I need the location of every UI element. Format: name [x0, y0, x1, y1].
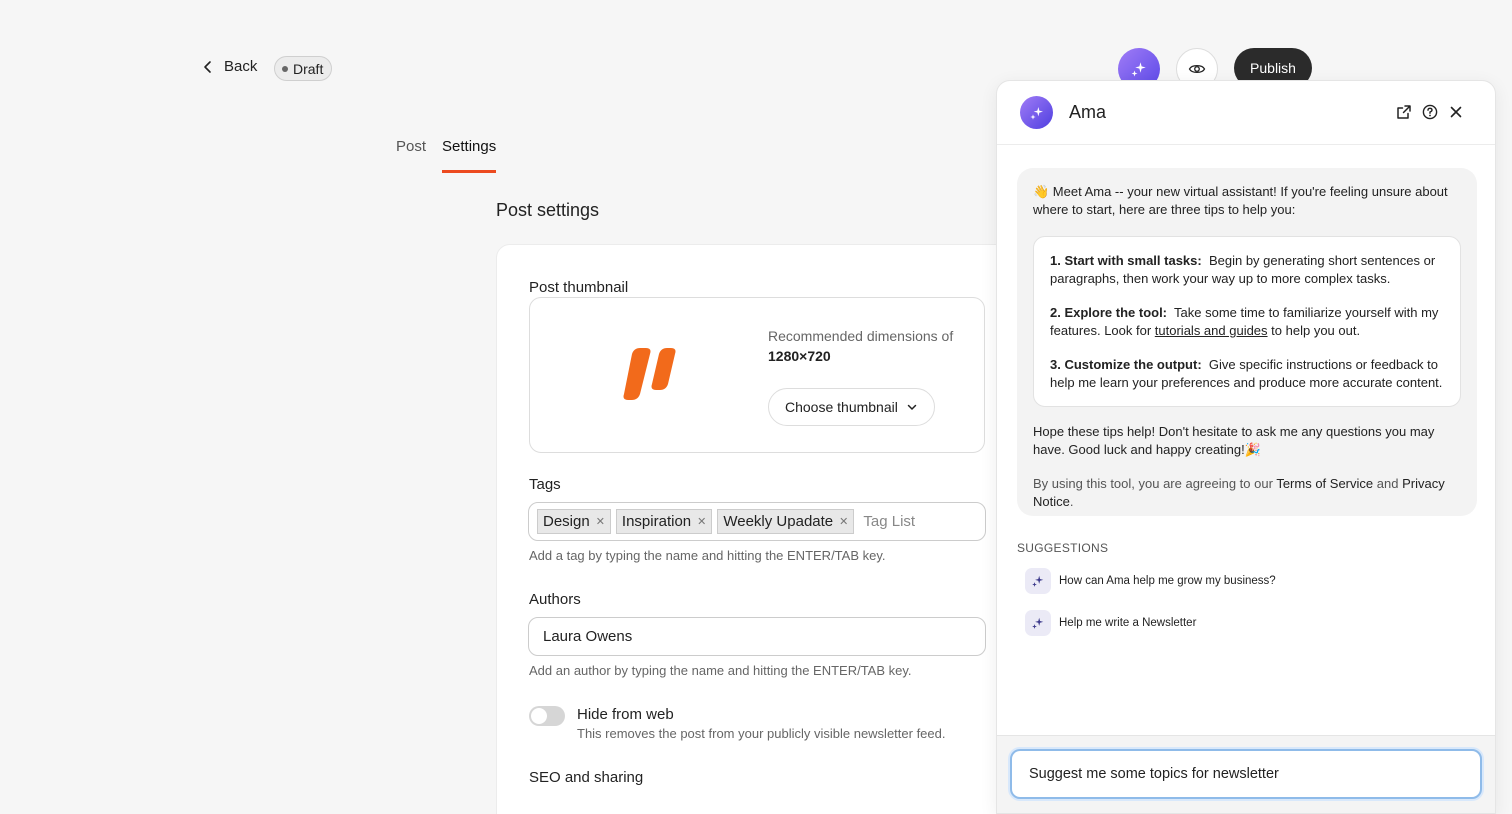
- tags-help: Add a tag by typing the name and hitting…: [529, 548, 886, 563]
- external-link-icon[interactable]: [1395, 103, 1413, 121]
- hide-from-web-toggle[interactable]: [529, 706, 565, 726]
- tips-box: 1. Start with small tasks: Begin by gene…: [1033, 236, 1461, 407]
- assistant-intro: 👋 Meet Ama -- your new virtual assistant…: [1033, 184, 1448, 217]
- remove-tag-icon[interactable]: ✕: [596, 515, 605, 528]
- tab-post[interactable]: Post: [396, 138, 426, 173]
- suggestion-item[interactable]: How can Ama help me grow my business?: [1025, 568, 1276, 594]
- tip-title: 3. Customize the output:: [1050, 357, 1202, 372]
- brand-logo: [623, 348, 676, 400]
- toggle-knob: [531, 708, 547, 724]
- back-label: Back: [224, 58, 258, 75]
- assistant-header-actions: [1395, 103, 1465, 121]
- seo-label: SEO and sharing: [529, 769, 644, 786]
- tag-chip-label: Design: [543, 513, 590, 530]
- tag-chip: Inspiration ✕: [615, 509, 713, 534]
- sparkle-icon: [1025, 568, 1051, 594]
- tag-chip: Design ✕: [537, 509, 611, 534]
- help-icon[interactable]: [1421, 103, 1439, 121]
- assistant-header: Ama: [997, 81, 1495, 145]
- remove-tag-icon[interactable]: ✕: [697, 515, 706, 528]
- suggestion-text: Help me write a Newsletter: [1059, 617, 1197, 629]
- tip-item: 2. Explore the tool: Take some time to f…: [1050, 304, 1444, 340]
- tip-item: 3. Customize the output: Give specific i…: [1050, 356, 1444, 392]
- tip-text: to help you out.: [1271, 323, 1361, 338]
- authors-help: Add an author by typing the name and hit…: [529, 663, 912, 678]
- thumbnail-label: Post thumbnail: [529, 279, 629, 296]
- tag-chip: Weekly Upadate ✕: [717, 509, 855, 534]
- back-button[interactable]: Back: [200, 58, 257, 75]
- tip-title: 2. Explore the tool:: [1050, 305, 1168, 320]
- terms-notice: By using this tool, you are agreeing to …: [1033, 475, 1461, 511]
- assistant-panel: Ama 👋 Meet Ama -- your new virtual assis…: [996, 80, 1496, 814]
- settings-card: Post thumbnail Recommended dimensions of…: [496, 244, 1056, 814]
- assistant-footer: [997, 735, 1495, 813]
- tag-chip-label: Weekly Upadate: [723, 513, 834, 530]
- hide-from-web-title: Hide from web: [577, 706, 674, 723]
- suggestion-text: How can Ama help me grow my business?: [1059, 575, 1276, 587]
- suggestions-title: SUGGESTIONS: [1017, 541, 1109, 555]
- terms-prefix: By using this tool, you are agreeing to …: [1033, 476, 1273, 491]
- assistant-closing: Hope these tips help! Don't hesitate to …: [1033, 424, 1435, 457]
- authors-label: Authors: [529, 591, 581, 608]
- tags-field[interactable]: Design ✕ Inspiration ✕ Weekly Upadate ✕: [528, 502, 986, 541]
- assistant-message: 👋 Meet Ama -- your new virtual assistant…: [1017, 168, 1477, 516]
- sparkle-icon: [1131, 62, 1146, 77]
- hide-from-web-description: This removes the post from your publicly…: [577, 726, 946, 741]
- close-icon[interactable]: [1447, 103, 1465, 121]
- tags-label: Tags: [529, 476, 561, 493]
- thumbnail-box[interactable]: Recommended dimensions of 1280×720 Choos…: [529, 297, 985, 453]
- recommended-dimensions: Recommended dimensions of 1280×720: [768, 326, 968, 366]
- recommended-prefix: Recommended dimensions of: [768, 328, 954, 344]
- tab-settings[interactable]: Settings: [442, 138, 497, 173]
- tip-title: 1. Start with small tasks:: [1050, 253, 1202, 268]
- eye-icon: [1188, 64, 1206, 74]
- remove-tag-icon[interactable]: ✕: [839, 515, 848, 528]
- terms-of-service-link[interactable]: Terms of Service: [1276, 476, 1373, 491]
- authors-input[interactable]: [528, 617, 986, 656]
- terms-and: and: [1376, 476, 1399, 491]
- tutorials-link[interactable]: tutorials and guides: [1155, 323, 1268, 338]
- chevron-left-icon: [204, 60, 211, 73]
- chevron-down-icon: [907, 404, 917, 411]
- assistant-avatar: [1020, 96, 1053, 129]
- sparkle-icon: [1029, 106, 1043, 120]
- sparkle-icon: [1025, 610, 1051, 636]
- status-badge: Draft: [274, 56, 333, 81]
- tab-bar: Post Settings: [396, 138, 497, 173]
- terms-suffix: .: [1069, 494, 1074, 509]
- tip-item: 1. Start with small tasks: Begin by gene…: [1050, 252, 1444, 288]
- recommended-size: 1280×720: [768, 348, 831, 364]
- status-dot: [282, 65, 288, 72]
- choose-thumbnail-button[interactable]: Choose thumbnail: [768, 388, 935, 426]
- choose-thumbnail-label: Choose thumbnail: [785, 399, 898, 415]
- assistant-name: Ama: [1069, 102, 1107, 122]
- suggestion-item[interactable]: Help me write a Newsletter: [1025, 610, 1196, 636]
- page-title: Post settings: [496, 200, 600, 220]
- tag-chip-label: Inspiration: [621, 513, 692, 530]
- status-label: Draft: [293, 60, 324, 77]
- tag-input[interactable]: [863, 513, 964, 530]
- chat-input[interactable]: [1010, 749, 1482, 799]
